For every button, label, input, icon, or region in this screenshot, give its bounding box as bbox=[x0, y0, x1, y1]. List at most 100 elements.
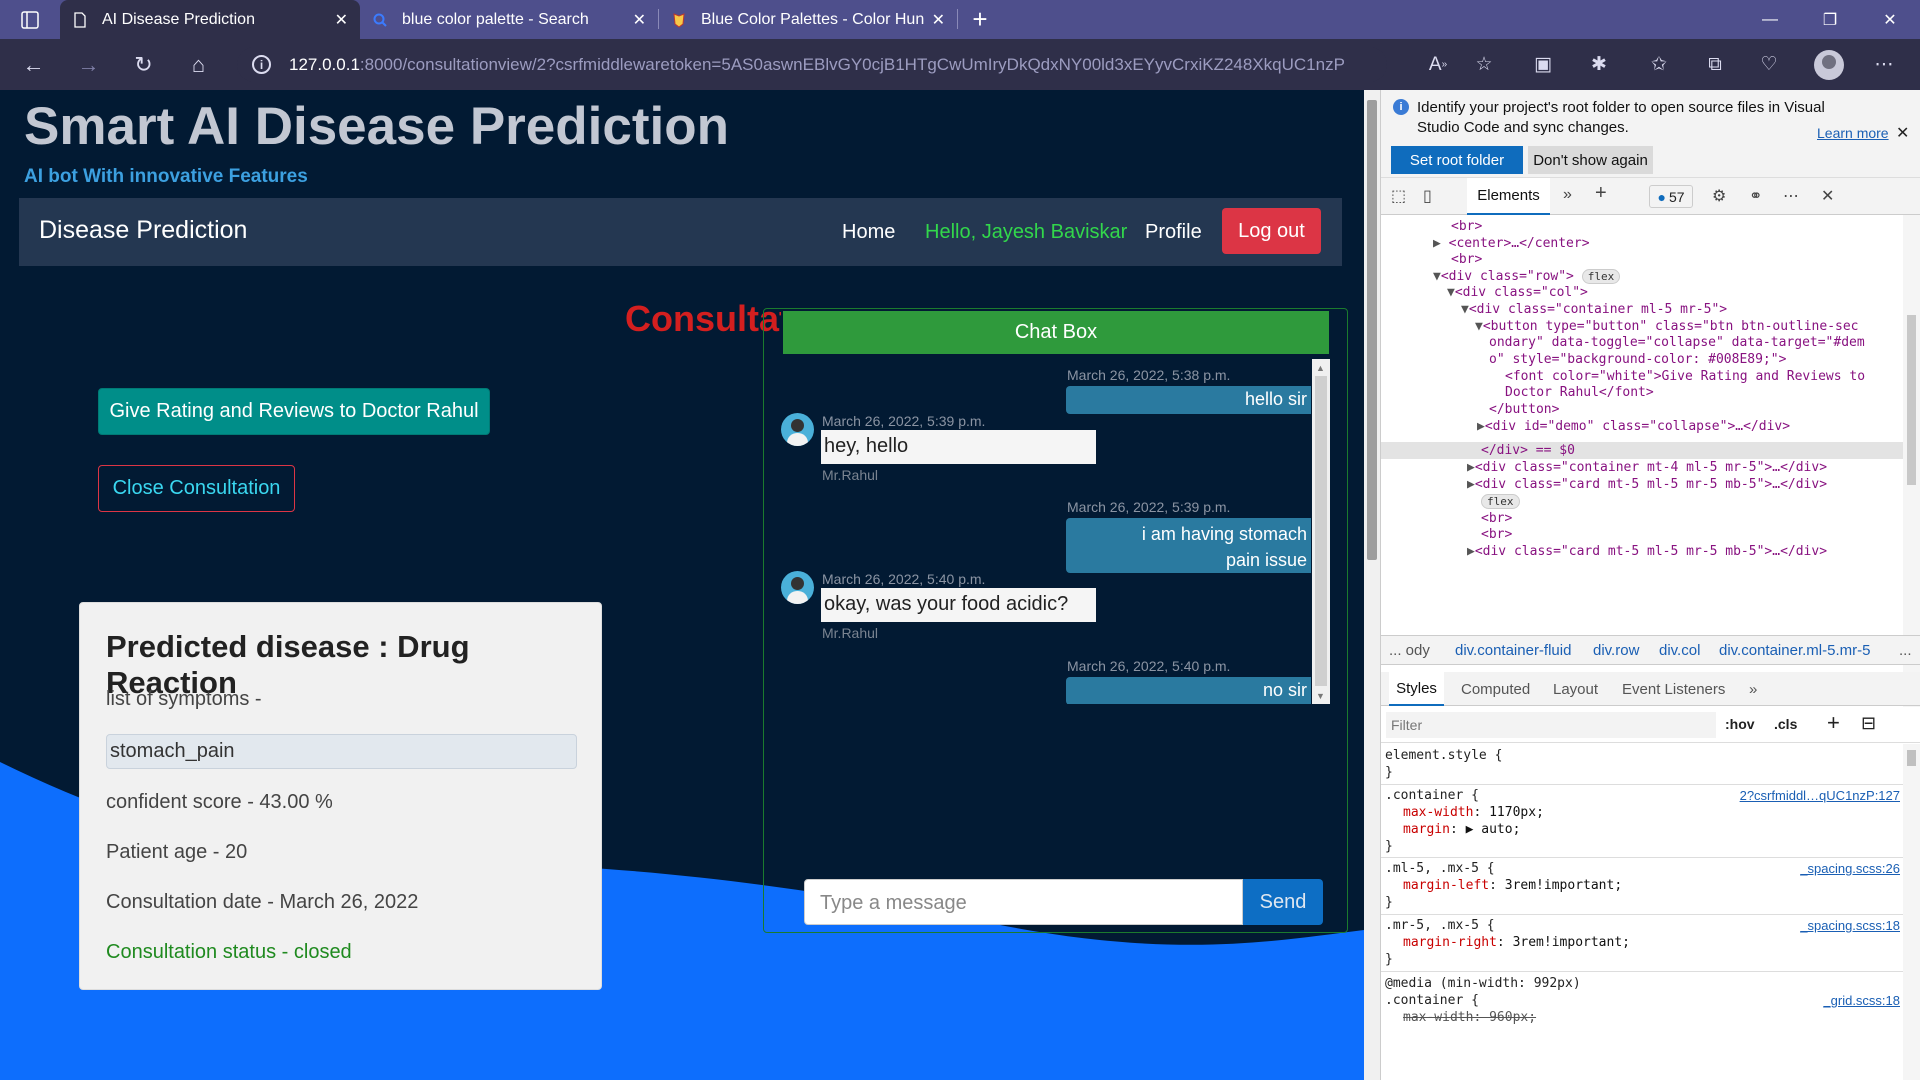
nav-home-link[interactable]: Home bbox=[842, 221, 895, 244]
style-declaration-overridden[interactable]: max-width: 960px; bbox=[1403, 1010, 1536, 1027]
logout-button[interactable]: Log out bbox=[1222, 208, 1321, 254]
dom-line[interactable]: o" style="background-color: #008E89;"> bbox=[1489, 352, 1786, 369]
navbar-brand[interactable]: Disease Prediction bbox=[39, 216, 247, 245]
close-window-button[interactable]: ✕ bbox=[1860, 0, 1920, 39]
favorites-icon[interactable]: ✩ bbox=[1637, 39, 1681, 90]
more-tabs-icon[interactable]: » bbox=[1563, 186, 1572, 204]
style-declaration[interactable]: margin: ▶ auto; bbox=[1403, 822, 1520, 839]
cls-toggle[interactable]: .cls bbox=[1774, 716, 1797, 732]
dom-line[interactable]: ▼<div class="row"> flex bbox=[1433, 269, 1621, 286]
forward-button[interactable]: → bbox=[61, 39, 116, 90]
close-devtools-icon[interactable]: ✕ bbox=[1821, 186, 1834, 206]
dom-line[interactable]: ondary" data-toggle="collapse" data-targ… bbox=[1489, 335, 1865, 352]
hov-toggle[interactable]: :hov bbox=[1725, 716, 1755, 732]
nav-profile-link[interactable]: Profile bbox=[1145, 221, 1202, 244]
back-button[interactable]: ← bbox=[6, 39, 61, 90]
close-tab-icon[interactable]: ✕ bbox=[633, 10, 646, 30]
home-button[interactable]: ⌂ bbox=[171, 39, 226, 90]
dom-line[interactable]: <font color="white">Give Rating and Revi… bbox=[1505, 369, 1865, 386]
add-tab-icon[interactable]: + bbox=[1595, 182, 1607, 205]
rate-doctor-button[interactable]: Give Rating and Reviews to Doctor Rahul bbox=[98, 388, 490, 435]
breadcrumb-item[interactable]: ... ody bbox=[1389, 642, 1430, 659]
dom-line[interactable]: flex bbox=[1481, 494, 1520, 511]
styles-pane[interactable]: element.style { } .container { 2?csrfmid… bbox=[1381, 744, 1920, 1080]
tab-styles[interactable]: Styles bbox=[1389, 672, 1444, 706]
scroll-up-icon[interactable]: ▲ bbox=[1316, 363, 1325, 373]
dom-line[interactable]: ▼<div class="col"> bbox=[1447, 285, 1588, 302]
dom-line[interactable]: </button> bbox=[1489, 402, 1559, 419]
tab-computed[interactable]: Computed bbox=[1461, 681, 1530, 698]
breadcrumb-more[interactable]: ... bbox=[1899, 642, 1912, 659]
chat-messages[interactable]: March 26, 2022, 5:38 p.m. hello sir Marc… bbox=[764, 359, 1330, 704]
customize-icon[interactable]: ⚭ bbox=[1749, 186, 1762, 206]
page-scrollbar[interactable] bbox=[1364, 90, 1381, 1080]
dom-line[interactable]: <br> bbox=[1451, 252, 1482, 269]
dom-line[interactable]: Doctor Rahul</font> bbox=[1505, 385, 1654, 402]
flex-badge[interactable]: flex bbox=[1581, 269, 1621, 284]
scroll-down-icon[interactable]: ▼ bbox=[1316, 691, 1325, 701]
style-source-link[interactable]: 2?csrfmiddl…qUC1nzP:127 bbox=[1740, 788, 1900, 805]
site-info-icon[interactable]: i bbox=[252, 55, 271, 74]
chat-scrollbar[interactable]: ▲ ▼ bbox=[1312, 359, 1330, 704]
restore-button[interactable]: ❐ bbox=[1800, 0, 1860, 39]
browser-essentials-icon[interactable]: ♡ bbox=[1747, 39, 1791, 90]
dom-line[interactable]: <br> bbox=[1481, 511, 1512, 528]
learn-more-link[interactable]: Learn more bbox=[1817, 125, 1889, 141]
minimize-button[interactable]: — bbox=[1740, 0, 1800, 39]
close-infobar-icon[interactable]: ✕ bbox=[1896, 123, 1909, 143]
tab-blue-palette-search[interactable]: blue color palette - Search ✕ bbox=[360, 0, 658, 39]
tab-ai-disease[interactable]: AI Disease Prediction ✕ bbox=[60, 0, 360, 39]
profile-avatar[interactable] bbox=[1814, 50, 1844, 80]
dom-line[interactable]: <br> bbox=[1451, 219, 1482, 236]
dom-line[interactable]: ▶ <center>…</center> bbox=[1433, 236, 1590, 253]
refresh-button[interactable]: ↻ bbox=[116, 39, 171, 90]
new-rule-icon[interactable]: + bbox=[1827, 710, 1840, 736]
dom-line-selected[interactable]: </div> == $0 bbox=[1481, 443, 1575, 460]
style-declaration[interactable]: margin-right: 3rem!important; bbox=[1403, 935, 1630, 952]
extension-icon[interactable]: ▣ bbox=[1521, 39, 1565, 90]
settings-gear-icon[interactable]: ⚙ bbox=[1712, 186, 1726, 206]
breadcrumb-item[interactable]: div.col bbox=[1659, 642, 1700, 659]
flex-badge[interactable]: flex bbox=[1481, 494, 1520, 509]
send-button[interactable]: Send bbox=[1243, 879, 1323, 925]
tab-color-hunt[interactable]: Blue Color Palettes - Color Hunt ✕ bbox=[659, 0, 957, 39]
scroll-thumb[interactable] bbox=[1315, 376, 1327, 686]
style-declaration[interactable]: margin-left: 3rem!important; bbox=[1403, 878, 1622, 895]
more-options-icon[interactable]: ⋯ bbox=[1783, 186, 1799, 206]
url-field[interactable]: 127.0.0.1:8000/consultationview/2?csrfmi… bbox=[237, 47, 1387, 82]
more-tabs-icon[interactable]: » bbox=[1749, 681, 1757, 698]
set-root-folder-button[interactable]: Set root folder bbox=[1391, 146, 1523, 174]
extensions-icon[interactable]: ✱ bbox=[1577, 39, 1621, 90]
nav-user-greeting[interactable]: Hello, Jayesh Baviskar bbox=[925, 221, 1127, 244]
collections-icon[interactable]: ⧉ bbox=[1693, 39, 1737, 90]
more-menu-icon[interactable]: ⋯ bbox=[1862, 39, 1906, 90]
device-emulation-icon[interactable]: ▯ bbox=[1423, 186, 1432, 206]
breadcrumb-item[interactable]: div.row bbox=[1593, 642, 1639, 659]
dom-line[interactable]: ▶<div class="card mt-5 ml-5 mr-5 mb-5">…… bbox=[1467, 477, 1827, 494]
dom-line[interactable]: ▼<button type="button" class="btn btn-ou… bbox=[1475, 319, 1859, 336]
dom-line[interactable]: ▶<div class="container mt-4 ml-5 mr-5">…… bbox=[1467, 460, 1827, 477]
filter-input[interactable]: Filter bbox=[1386, 712, 1716, 738]
dom-line[interactable]: <br> bbox=[1481, 527, 1512, 544]
inspect-element-icon[interactable]: ⬚ bbox=[1391, 186, 1406, 206]
read-aloud-icon[interactable]: A» bbox=[1416, 39, 1460, 90]
tab-actions-button[interactable] bbox=[0, 0, 60, 39]
dont-show-again-button[interactable]: Don't show again bbox=[1528, 146, 1653, 174]
tab-layout[interactable]: Layout bbox=[1553, 681, 1598, 698]
style-declaration[interactable]: max-width: 1170px; bbox=[1403, 805, 1544, 822]
dom-line[interactable]: ▼<div class="container ml-5 mr-5"> bbox=[1461, 302, 1727, 319]
scroll-thumb[interactable] bbox=[1367, 100, 1377, 560]
scroll-thumb[interactable] bbox=[1907, 315, 1916, 485]
styles-scrollbar[interactable] bbox=[1903, 744, 1920, 1080]
tab-event-listeners[interactable]: Event Listeners bbox=[1622, 681, 1725, 698]
scroll-thumb[interactable] bbox=[1907, 750, 1916, 766]
tab-elements[interactable]: Elements bbox=[1467, 178, 1550, 215]
add-favorite-icon[interactable]: ☆ bbox=[1462, 39, 1506, 90]
breadcrumb-item[interactable]: div.container.ml-5.mr-5 bbox=[1719, 642, 1870, 659]
style-source-link[interactable]: _spacing.scss:18 bbox=[1800, 918, 1900, 935]
close-tab-icon[interactable]: ✕ bbox=[335, 10, 348, 30]
toggle-sidebar-icon[interactable]: ⊟ bbox=[1861, 713, 1876, 734]
issues-badge[interactable]: ● 57 bbox=[1649, 185, 1693, 208]
message-input[interactable]: Type a message bbox=[804, 879, 1243, 925]
close-tab-icon[interactable]: ✕ bbox=[932, 10, 945, 30]
